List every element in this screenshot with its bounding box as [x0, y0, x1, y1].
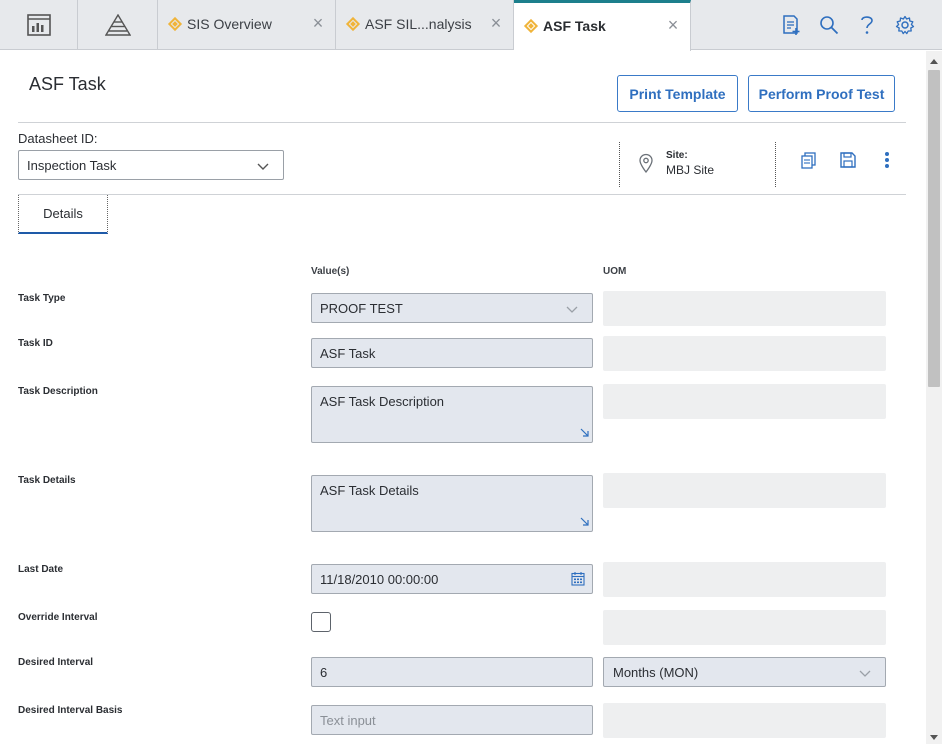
- site-value: MBJ Site: [666, 163, 715, 177]
- task-id-label: Task ID: [18, 338, 53, 349]
- scrollbar-thumb[interactable]: [928, 70, 940, 387]
- task-description-textarea[interactable]: ASF Task Description: [311, 386, 593, 443]
- tab-asf-task[interactable]: ASF Task ×: [514, 0, 691, 51]
- divider: [619, 142, 620, 187]
- diamond-icon: [523, 18, 539, 34]
- desired-interval-uom-value: Months (MON): [613, 665, 699, 680]
- tab-bar: SIS Overview × ASF SIL...nalysis × ASF T…: [0, 0, 942, 51]
- desired-interval-basis-input[interactable]: Text input: [311, 705, 593, 735]
- chevron-down-icon: [566, 302, 578, 317]
- calendar-icon[interactable]: [571, 571, 585, 589]
- task-type-select[interactable]: PROOF TEST: [311, 293, 593, 323]
- diamond-icon: [167, 16, 183, 32]
- desired-interval-label: Desired Interval: [18, 657, 94, 668]
- task-details-label: Task Details: [18, 475, 76, 486]
- task-id-input[interactable]: ASF Task: [311, 338, 593, 368]
- tab-label: ASF Task: [543, 18, 606, 34]
- resize-handle-icon[interactable]: [580, 426, 590, 441]
- tab-label: ASF SIL...nalysis: [365, 16, 472, 32]
- task-details-value: ASF Task Details: [320, 483, 419, 498]
- search-icon[interactable]: [817, 13, 841, 37]
- override-interval-label: Override Interval: [18, 612, 98, 623]
- tab-asf-sil-analysis[interactable]: ASF SIL...nalysis ×: [336, 0, 514, 50]
- location-pin-icon: [638, 153, 654, 178]
- task-details-textarea[interactable]: ASF Task Details: [311, 475, 593, 532]
- last-date-label: Last Date: [18, 564, 64, 575]
- values-column-header: Value(s): [311, 266, 350, 277]
- tab-details[interactable]: Details: [18, 195, 108, 234]
- close-icon[interactable]: ×: [487, 14, 505, 32]
- gear-icon[interactable]: [893, 13, 917, 37]
- chevron-down-icon: [257, 159, 269, 174]
- task-description-uom: [603, 384, 886, 419]
- chevron-down-icon: [859, 666, 871, 681]
- desired-interval-value: 6: [320, 665, 328, 680]
- help-icon[interactable]: [855, 13, 879, 37]
- diamond-icon: [345, 16, 361, 32]
- desired-interval-uom-select[interactable]: Months (MON): [603, 657, 886, 687]
- page-title: ASF Task: [29, 74, 106, 94]
- close-icon[interactable]: ×: [309, 14, 327, 32]
- new-record-icon[interactable]: [779, 13, 803, 37]
- pyramid-icon[interactable]: [78, 0, 158, 50]
- datasheet-id-value: Inspection Task: [27, 158, 117, 173]
- task-type-uom: [603, 291, 886, 326]
- last-date-value: 11/18/2010 00:00:00: [320, 572, 439, 587]
- datasheet-id-select[interactable]: Inspection Task: [18, 150, 284, 180]
- save-icon[interactable]: [838, 150, 858, 170]
- resize-handle-icon[interactable]: [580, 515, 590, 530]
- tab-sis-overview[interactable]: SIS Overview ×: [158, 0, 336, 50]
- tab-label: SIS Overview: [187, 16, 272, 32]
- divider: [775, 142, 776, 187]
- task-id-uom: [603, 336, 886, 371]
- desired-interval-basis-label: Desired Interval Basis: [18, 705, 123, 716]
- copy-document-icon[interactable]: [799, 150, 819, 170]
- uom-column-header: UOM: [603, 266, 627, 277]
- task-type-value: PROOF TEST: [320, 301, 403, 316]
- more-options-icon[interactable]: [877, 150, 897, 170]
- task-description-value: ASF Task Description: [320, 394, 445, 409]
- print-template-button[interactable]: Print Template: [617, 75, 738, 112]
- override-interval-checkbox[interactable]: [311, 612, 331, 632]
- task-description-label: Task Description: [18, 386, 98, 397]
- dashboard-icon[interactable]: [0, 0, 78, 50]
- divider: [18, 194, 906, 195]
- override-interval-uom: [603, 610, 886, 645]
- scroll-up-icon[interactable]: [929, 56, 939, 66]
- scroll-down-icon[interactable]: [929, 732, 939, 742]
- perform-proof-test-button[interactable]: Perform Proof Test: [748, 75, 895, 112]
- task-id-value: ASF Task: [320, 346, 376, 361]
- close-icon[interactable]: ×: [664, 16, 682, 34]
- last-date-uom: [603, 562, 886, 597]
- desired-interval-input[interactable]: 6: [311, 657, 593, 687]
- desired-interval-basis-placeholder: Text input: [320, 713, 376, 728]
- last-date-input[interactable]: 11/18/2010 00:00:00: [311, 564, 593, 594]
- desired-interval-basis-uom: [603, 703, 886, 738]
- site-label: Site:: [666, 150, 688, 161]
- task-details-uom: [603, 473, 886, 508]
- datasheet-id-label: Datasheet ID:: [18, 131, 98, 146]
- task-type-label: Task Type: [18, 293, 66, 304]
- divider: [18, 122, 906, 123]
